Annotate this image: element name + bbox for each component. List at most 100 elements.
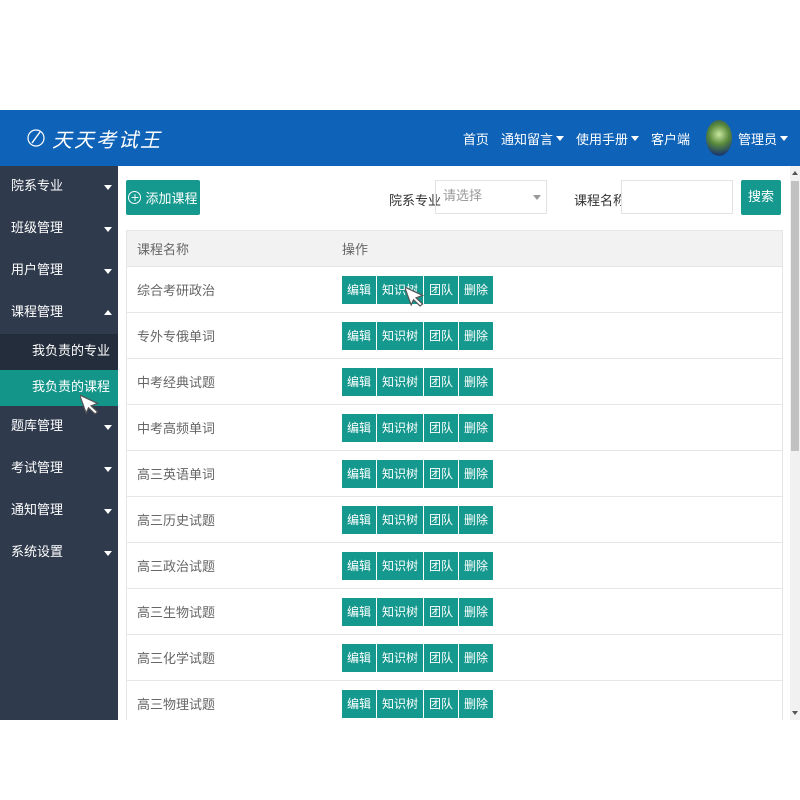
course-name-cell: 高三政治试题: [137, 560, 216, 575]
knowledge-tree-button[interactable]: 知识树: [377, 413, 425, 442]
edit-button[interactable]: 编辑: [342, 689, 378, 718]
team-button[interactable]: 团队: [424, 597, 460, 626]
delete-button[interactable]: 删除: [459, 597, 494, 626]
chevron-down-icon: [104, 425, 112, 430]
team-button[interactable]: 团队: [424, 321, 460, 350]
logo[interactable]: 天天考试王: [26, 122, 162, 154]
knowledge-tree-button[interactable]: 知识树: [377, 689, 425, 718]
sidebar-item-label: 考试管理: [11, 461, 64, 476]
edit-button[interactable]: 编辑: [342, 551, 378, 580]
edit-button[interactable]: 编辑: [342, 275, 378, 304]
delete-button[interactable]: 删除: [459, 643, 494, 672]
table-row: 中考高频单词 编辑 知识树 团队 删除: [127, 405, 782, 451]
chevron-down-icon: [104, 509, 112, 514]
edit-button[interactable]: 编辑: [342, 367, 378, 396]
avatar[interactable]: [705, 120, 732, 156]
nav-messages-label: 通知留言: [500, 132, 553, 148]
chevron-down-icon: [104, 551, 112, 556]
sidebar-item-classes[interactable]: 班级管理: [0, 208, 118, 250]
add-course-button[interactable]: + 添加课程: [126, 180, 200, 215]
actions-cell: 编辑 知识树 团队 删除: [342, 597, 494, 626]
edit-button[interactable]: 编辑: [342, 321, 378, 350]
sidebar-item-users[interactable]: 用户管理: [0, 250, 118, 292]
actions-cell: 编辑 知识树 团队 删除: [342, 643, 494, 672]
nav-messages[interactable]: 通知留言: [501, 129, 564, 148]
delete-button[interactable]: 删除: [459, 413, 494, 442]
edit-button[interactable]: 编辑: [342, 643, 378, 672]
knowledge-tree-button[interactable]: 知识树: [377, 597, 425, 626]
sidebar-item-label: 用户管理: [11, 263, 64, 278]
edit-button[interactable]: 编辑: [342, 505, 378, 534]
actions-cell: 编辑 知识树 团队 删除: [342, 551, 494, 580]
team-button[interactable]: 团队: [424, 551, 460, 580]
user-menu[interactable]: 管理员: [738, 129, 788, 148]
sidebar-item-notices[interactable]: 通知管理: [0, 490, 118, 532]
edit-button[interactable]: 编辑: [342, 459, 378, 488]
course-name-label: 课程名称: [574, 194, 627, 209]
course-name-input[interactable]: [621, 180, 733, 214]
knowledge-tree-button[interactable]: 知识树: [377, 505, 425, 534]
team-button[interactable]: 团队: [424, 505, 460, 534]
nav-home[interactable]: 首页: [463, 129, 489, 148]
course-name-cell: 中考高频单词: [137, 422, 216, 437]
table-row: 高三历史试题 编辑 知识树 团队 删除: [127, 497, 782, 543]
add-course-label: 添加课程: [145, 192, 198, 207]
sidebar-item-departments[interactable]: 院系专业: [0, 166, 118, 208]
sidebar-item-question-bank[interactable]: 题库管理: [0, 406, 118, 448]
vertical-scrollbar[interactable]: [790, 166, 800, 720]
knowledge-tree-button[interactable]: 知识树: [377, 459, 425, 488]
sidebar-item-label: 题库管理: [11, 419, 64, 434]
sidebar-item-exams[interactable]: 考试管理: [0, 448, 118, 490]
team-button[interactable]: 团队: [424, 275, 460, 304]
department-select-placeholder: 请选择: [443, 189, 483, 204]
actions-cell: 编辑 知识树 团队 删除: [342, 321, 494, 350]
scrollbar-thumb[interactable]: [791, 181, 799, 451]
sidebar-item-label: 院系专业: [11, 179, 64, 194]
delete-button[interactable]: 删除: [459, 551, 494, 580]
knowledge-tree-button[interactable]: 知识树: [377, 643, 425, 672]
search-button[interactable]: 搜索: [741, 180, 781, 215]
delete-button[interactable]: 删除: [459, 459, 494, 488]
delete-button[interactable]: 删除: [459, 275, 494, 304]
table-header: 课程名称 操作: [127, 231, 782, 267]
team-button[interactable]: 团队: [424, 413, 460, 442]
team-button[interactable]: 团队: [424, 643, 460, 672]
scroll-down-arrow-icon[interactable]: [792, 711, 798, 715]
actions-cell: 编辑 知识树 团队 删除: [342, 413, 494, 442]
department-select[interactable]: 请选择: [435, 180, 547, 214]
team-button[interactable]: 团队: [424, 367, 460, 396]
delete-button[interactable]: 删除: [459, 321, 494, 350]
actions-cell: 编辑 知识树 团队 删除: [342, 505, 494, 534]
team-button[interactable]: 团队: [424, 689, 460, 718]
delete-button[interactable]: 删除: [459, 505, 494, 534]
course-name-cell: 专外专俄单词: [137, 330, 216, 345]
course-name-cell: 高三历史试题: [137, 514, 216, 529]
main-content: + 添加课程 院系专业 请选择 课程名称 搜索 课程名称 操作 综合考研政治 编辑…: [118, 166, 790, 720]
department-filter-label: 院系专业: [389, 194, 442, 209]
sidebar-item-courses[interactable]: 课程管理: [0, 292, 118, 334]
knowledge-tree-button[interactable]: 知识树: [377, 321, 425, 350]
delete-button[interactable]: 删除: [459, 367, 494, 396]
nav-client[interactable]: 客户端: [651, 129, 690, 148]
user-menu-label: 管理员: [737, 132, 777, 148]
team-button[interactable]: 团队: [424, 459, 460, 488]
scroll-up-arrow-icon[interactable]: [792, 171, 798, 175]
course-name-cell: 综合考研政治: [137, 284, 216, 299]
knowledge-tree-button[interactable]: 知识树: [377, 551, 425, 580]
nav-manual[interactable]: 使用手册: [576, 129, 639, 148]
sidebar-item-settings[interactable]: 系统设置: [0, 532, 118, 574]
course-name-cell: 高三物理试题: [137, 698, 216, 713]
course-name-cell: 中考经典试题: [137, 376, 216, 391]
nav-manual-label: 使用手册: [575, 132, 628, 148]
chevron-down-icon: [533, 195, 541, 200]
edit-button[interactable]: 编辑: [342, 413, 378, 442]
chevron-down-icon: [104, 269, 112, 274]
sidebar-subitem-my-majors[interactable]: 我负责的专业: [0, 334, 118, 370]
delete-button[interactable]: 删除: [459, 689, 494, 718]
plus-circle-icon: +: [128, 191, 142, 204]
knowledge-tree-button[interactable]: 知识树: [377, 367, 425, 396]
sidebar-subitem-my-courses[interactable]: 我负责的课程: [0, 370, 118, 406]
edit-button[interactable]: 编辑: [342, 597, 378, 626]
column-header-actions: 操作: [342, 243, 369, 258]
table-row: 综合考研政治 编辑 知识树 团队 删除: [127, 267, 782, 313]
